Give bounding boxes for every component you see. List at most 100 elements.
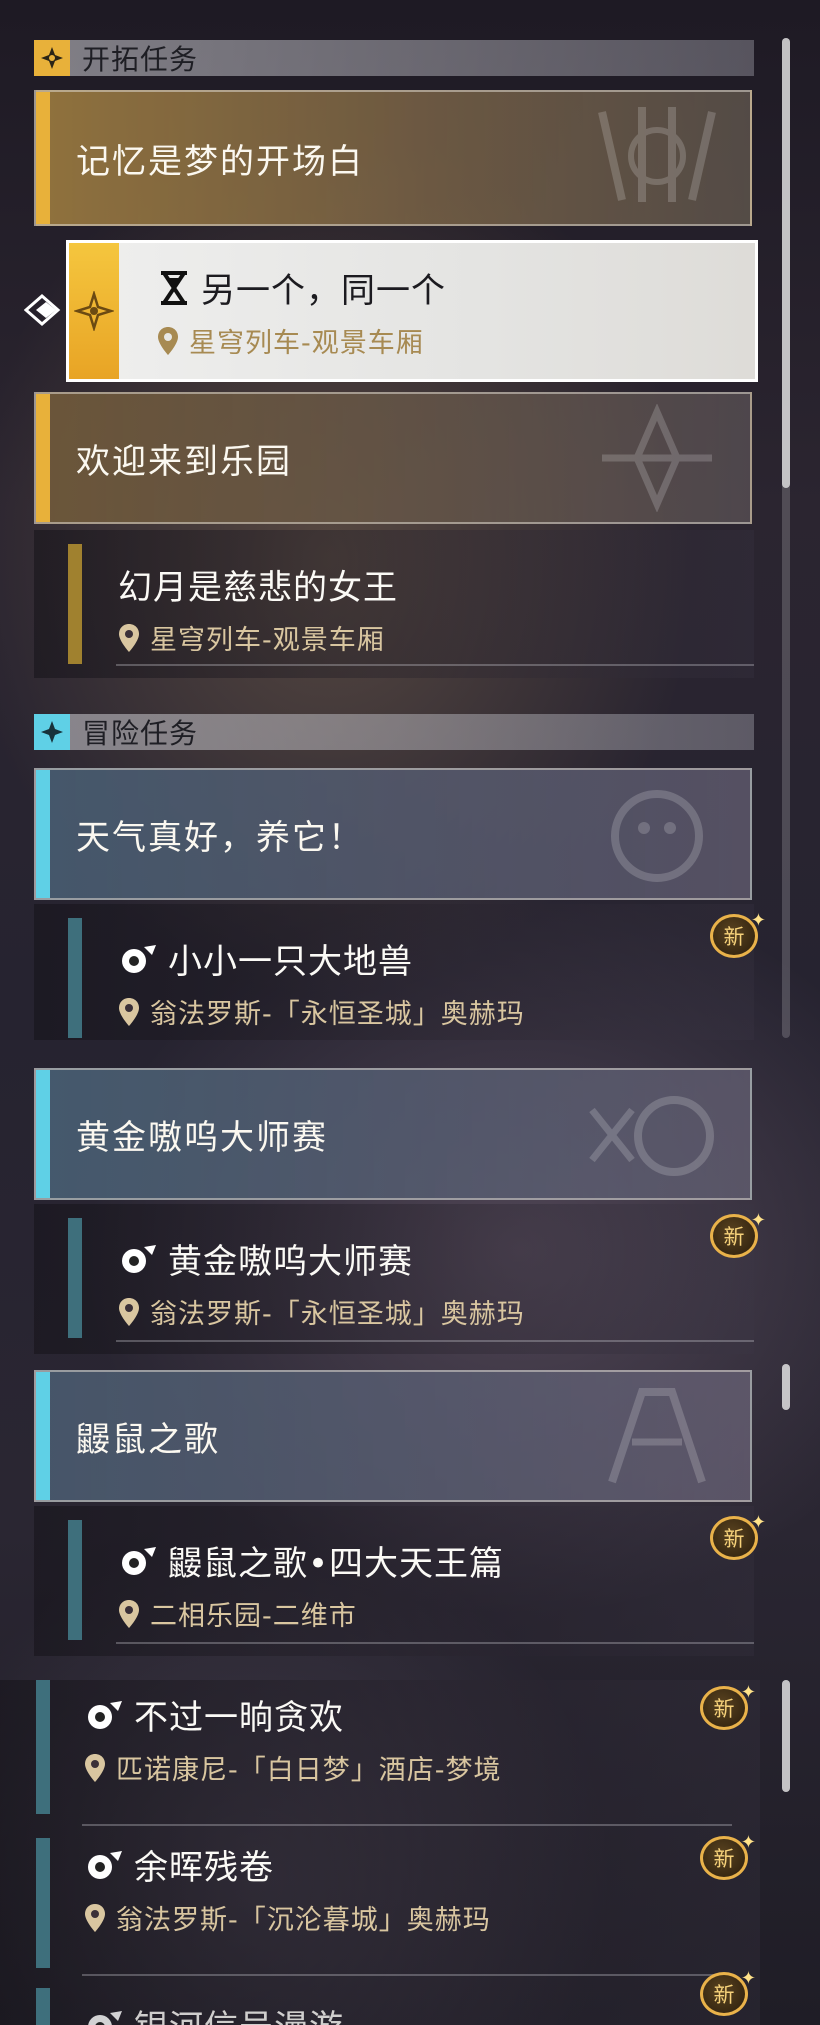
group-header-golden-awoo[interactable]: 黄金嗷呜大师赛 — [34, 1068, 752, 1200]
quest-name-text: 银河信号漫游 — [134, 2000, 344, 2025]
trailblaze-emblem-icon — [34, 40, 70, 76]
chapter-title: 欢迎来到乐园 — [76, 441, 292, 482]
quest-item-fleeting-joy[interactable]: 不过一晌贪欢 匹诺康尼-「白日梦」酒店-梦境 — [0, 1680, 760, 1830]
quest-item-mole-song-kings[interactable]: 鼹鼠之歌•四大天王篇 二相乐园-二维市 — [34, 1506, 754, 1656]
quest-list-band-2: 黄金嗷呜大师赛 黄金嗷呜大师赛 翁法罗斯-「永恒圣城」奥赫玛 新 ✦ — [0, 1044, 820, 1364]
quest-name-text: 黄金嗷呜大师赛 — [168, 1242, 413, 1282]
sparkle-icon: ✦ — [740, 1682, 756, 1703]
quest-name: 银河信号漫游 — [84, 2000, 344, 2025]
quest-list-band-4: 不过一晌贪欢 匹诺康尼-「白日梦」酒店-梦境 新 ✦ 余晖残卷 翁法罗斯-「沉沦… — [0, 1680, 820, 2025]
map-pin-icon — [85, 1903, 105, 1932]
quest-accent-bar — [68, 544, 82, 664]
quest-item-earth-beast[interactable]: 小小一只大地兽 翁法罗斯-「永恒圣城」奥赫玛 — [34, 904, 754, 1040]
divider — [116, 1642, 754, 1644]
group-header-weather[interactable]: 天气真好，养它！ — [34, 768, 752, 900]
scrollbar-thumb[interactable] — [782, 1364, 790, 1410]
chapter-header-paradise[interactable]: 欢迎来到乐园 — [34, 392, 752, 524]
sparkle-icon: ✦ — [740, 1968, 756, 1989]
chapter-header-memory[interactable]: 记忆是梦的开场白 — [34, 90, 752, 226]
group-watermark-icon — [608, 1388, 706, 1484]
divider — [82, 1974, 732, 1976]
quest-name-text: 幻月是慈悲的女王 — [118, 568, 398, 608]
new-badge: 新 ✦ — [706, 910, 766, 962]
group-title: 天气真好，养它！ — [76, 817, 364, 858]
adventure-quest-icon — [122, 1244, 156, 1273]
new-badge: 新 ✦ — [696, 1968, 756, 2020]
quest-name: 不过一晌贪欢 — [84, 1690, 344, 1739]
sparkle-icon: ✦ — [750, 1210, 766, 1231]
group-title: 黄金嗷呜大师赛 — [76, 1117, 328, 1158]
quest-location-text: 星穹列车-观景车厢 — [189, 328, 424, 359]
quest-list-band-3: 鼹鼠之歌 鼹鼠之歌•四大天王篇 二相乐园-二维市 新 ✦ — [0, 1364, 820, 1674]
quest-accent-bar — [36, 1680, 50, 1814]
quest-name: 余晖残卷 — [84, 1840, 274, 1889]
map-pin-icon — [119, 997, 139, 1026]
chapter-watermark-icon — [598, 107, 716, 202]
chapter-watermark-icon — [602, 404, 712, 512]
quest-item-golden-awoo[interactable]: 黄金嗷呜大师赛 翁法罗斯-「永恒圣城」奥赫玛 — [34, 1204, 754, 1354]
quest-item-fantasy-moon[interactable]: 幻月是慈悲的女王 星穹列车-观景车厢 — [34, 530, 754, 678]
new-badge: 新 ✦ — [706, 1210, 766, 1262]
scrollbar-track[interactable] — [782, 1680, 790, 1792]
selection-diamond-icon — [24, 294, 61, 326]
section-header-trailblaze: 开拓任务 — [34, 40, 754, 76]
quest-item-galaxy-signal[interactable]: 银河信号漫游 — [0, 1980, 760, 2025]
scrollbar-thumb[interactable] — [782, 38, 790, 488]
trailblaze-emblem-icon — [74, 291, 114, 331]
quest-accent-bar — [36, 1838, 50, 1968]
hourglass-icon — [161, 270, 187, 305]
group-watermark-icon — [611, 790, 703, 882]
quest-name-text: 鼹鼠之歌•四大天王篇 — [168, 1544, 505, 1584]
sparkle-icon: ✦ — [750, 910, 766, 931]
quest-location-text: 翁法罗斯-「永恒圣城」奥赫玛 — [150, 1299, 525, 1330]
group-header-mole-song[interactable]: 鼹鼠之歌 — [34, 1370, 752, 1502]
scrollbar-thumb[interactable] — [782, 1680, 790, 1792]
quest-item-afterglow-scroll[interactable]: 余晖残卷 翁法罗斯-「沉沦暮城」奥赫玛 — [0, 1830, 760, 1980]
quest-name-text: 小小一只大地兽 — [168, 942, 413, 982]
divider — [116, 1340, 754, 1342]
adventure-quest-icon — [88, 1850, 122, 1879]
group-accent-stripe — [36, 770, 50, 898]
quest-name-text: 另一个，同一个 — [201, 271, 446, 311]
quest-location: 星穹列车-观景车厢 — [118, 618, 385, 657]
scrollbar-track[interactable] — [782, 1364, 790, 1410]
quest-name: 幻月是慈悲的女王 — [118, 560, 398, 609]
quest-location: 翁法罗斯-「永恒圣城」奥赫玛 — [118, 1292, 525, 1331]
quest-accent-bar — [36, 1988, 50, 2025]
quest-accent-bar — [68, 918, 82, 1038]
adventure-quest-icon — [88, 2010, 122, 2025]
sparkle-icon: ✦ — [740, 1832, 756, 1853]
map-pin-icon — [119, 1297, 139, 1326]
quest-name: 小小一只大地兽 — [118, 934, 413, 983]
map-pin-icon — [158, 326, 178, 355]
sparkle-icon: ✦ — [750, 1512, 766, 1533]
new-badge: 新 ✦ — [706, 1512, 766, 1564]
adventure-quest-icon — [122, 1546, 156, 1575]
quest-location-text: 二相乐园-二维市 — [150, 1601, 357, 1632]
group-accent-stripe — [36, 1070, 50, 1198]
adventure-quest-icon — [88, 1700, 122, 1729]
chapter-accent-stripe — [36, 92, 50, 224]
group-accent-stripe — [36, 1372, 50, 1500]
quest-name-text: 不过一晌贪欢 — [134, 1698, 344, 1738]
map-pin-icon — [119, 623, 139, 652]
quest-location: 翁法罗斯-「永恒圣城」奥赫玛 — [118, 992, 525, 1031]
group-title: 鼹鼠之歌 — [76, 1419, 220, 1460]
quest-name: 黄金嗷呜大师赛 — [118, 1234, 413, 1283]
chapter-accent-stripe — [36, 394, 50, 522]
divider — [82, 1824, 732, 1826]
section-header-adventure: 冒险任务 — [34, 714, 754, 750]
group-watermark-icon — [589, 1096, 714, 1176]
divider — [116, 664, 754, 666]
quest-location: 匹诺康尼-「白日梦」酒店-梦境 — [84, 1748, 502, 1787]
scrollbar-track[interactable] — [782, 38, 790, 1038]
section-title: 开拓任务 — [82, 43, 199, 76]
section-title: 冒险任务 — [82, 717, 199, 750]
quest-list-band-1: 开拓任务 记忆是梦的开场白 另一个，同一个 星穹列车-观景车厢 欢迎来到乐园 幻… — [0, 0, 820, 1040]
quest-card-selected[interactable]: 另一个，同一个 星穹列车-观景车厢 — [66, 240, 758, 382]
quest-name-text: 余晖残卷 — [134, 1848, 274, 1888]
selected-quest-location: 星穹列车-观景车厢 — [157, 321, 424, 360]
chapter-title: 记忆是梦的开场白 — [76, 141, 364, 182]
selected-quest-name: 另一个，同一个 — [157, 263, 446, 312]
quest-location-text: 星穹列车-观景车厢 — [150, 625, 385, 656]
